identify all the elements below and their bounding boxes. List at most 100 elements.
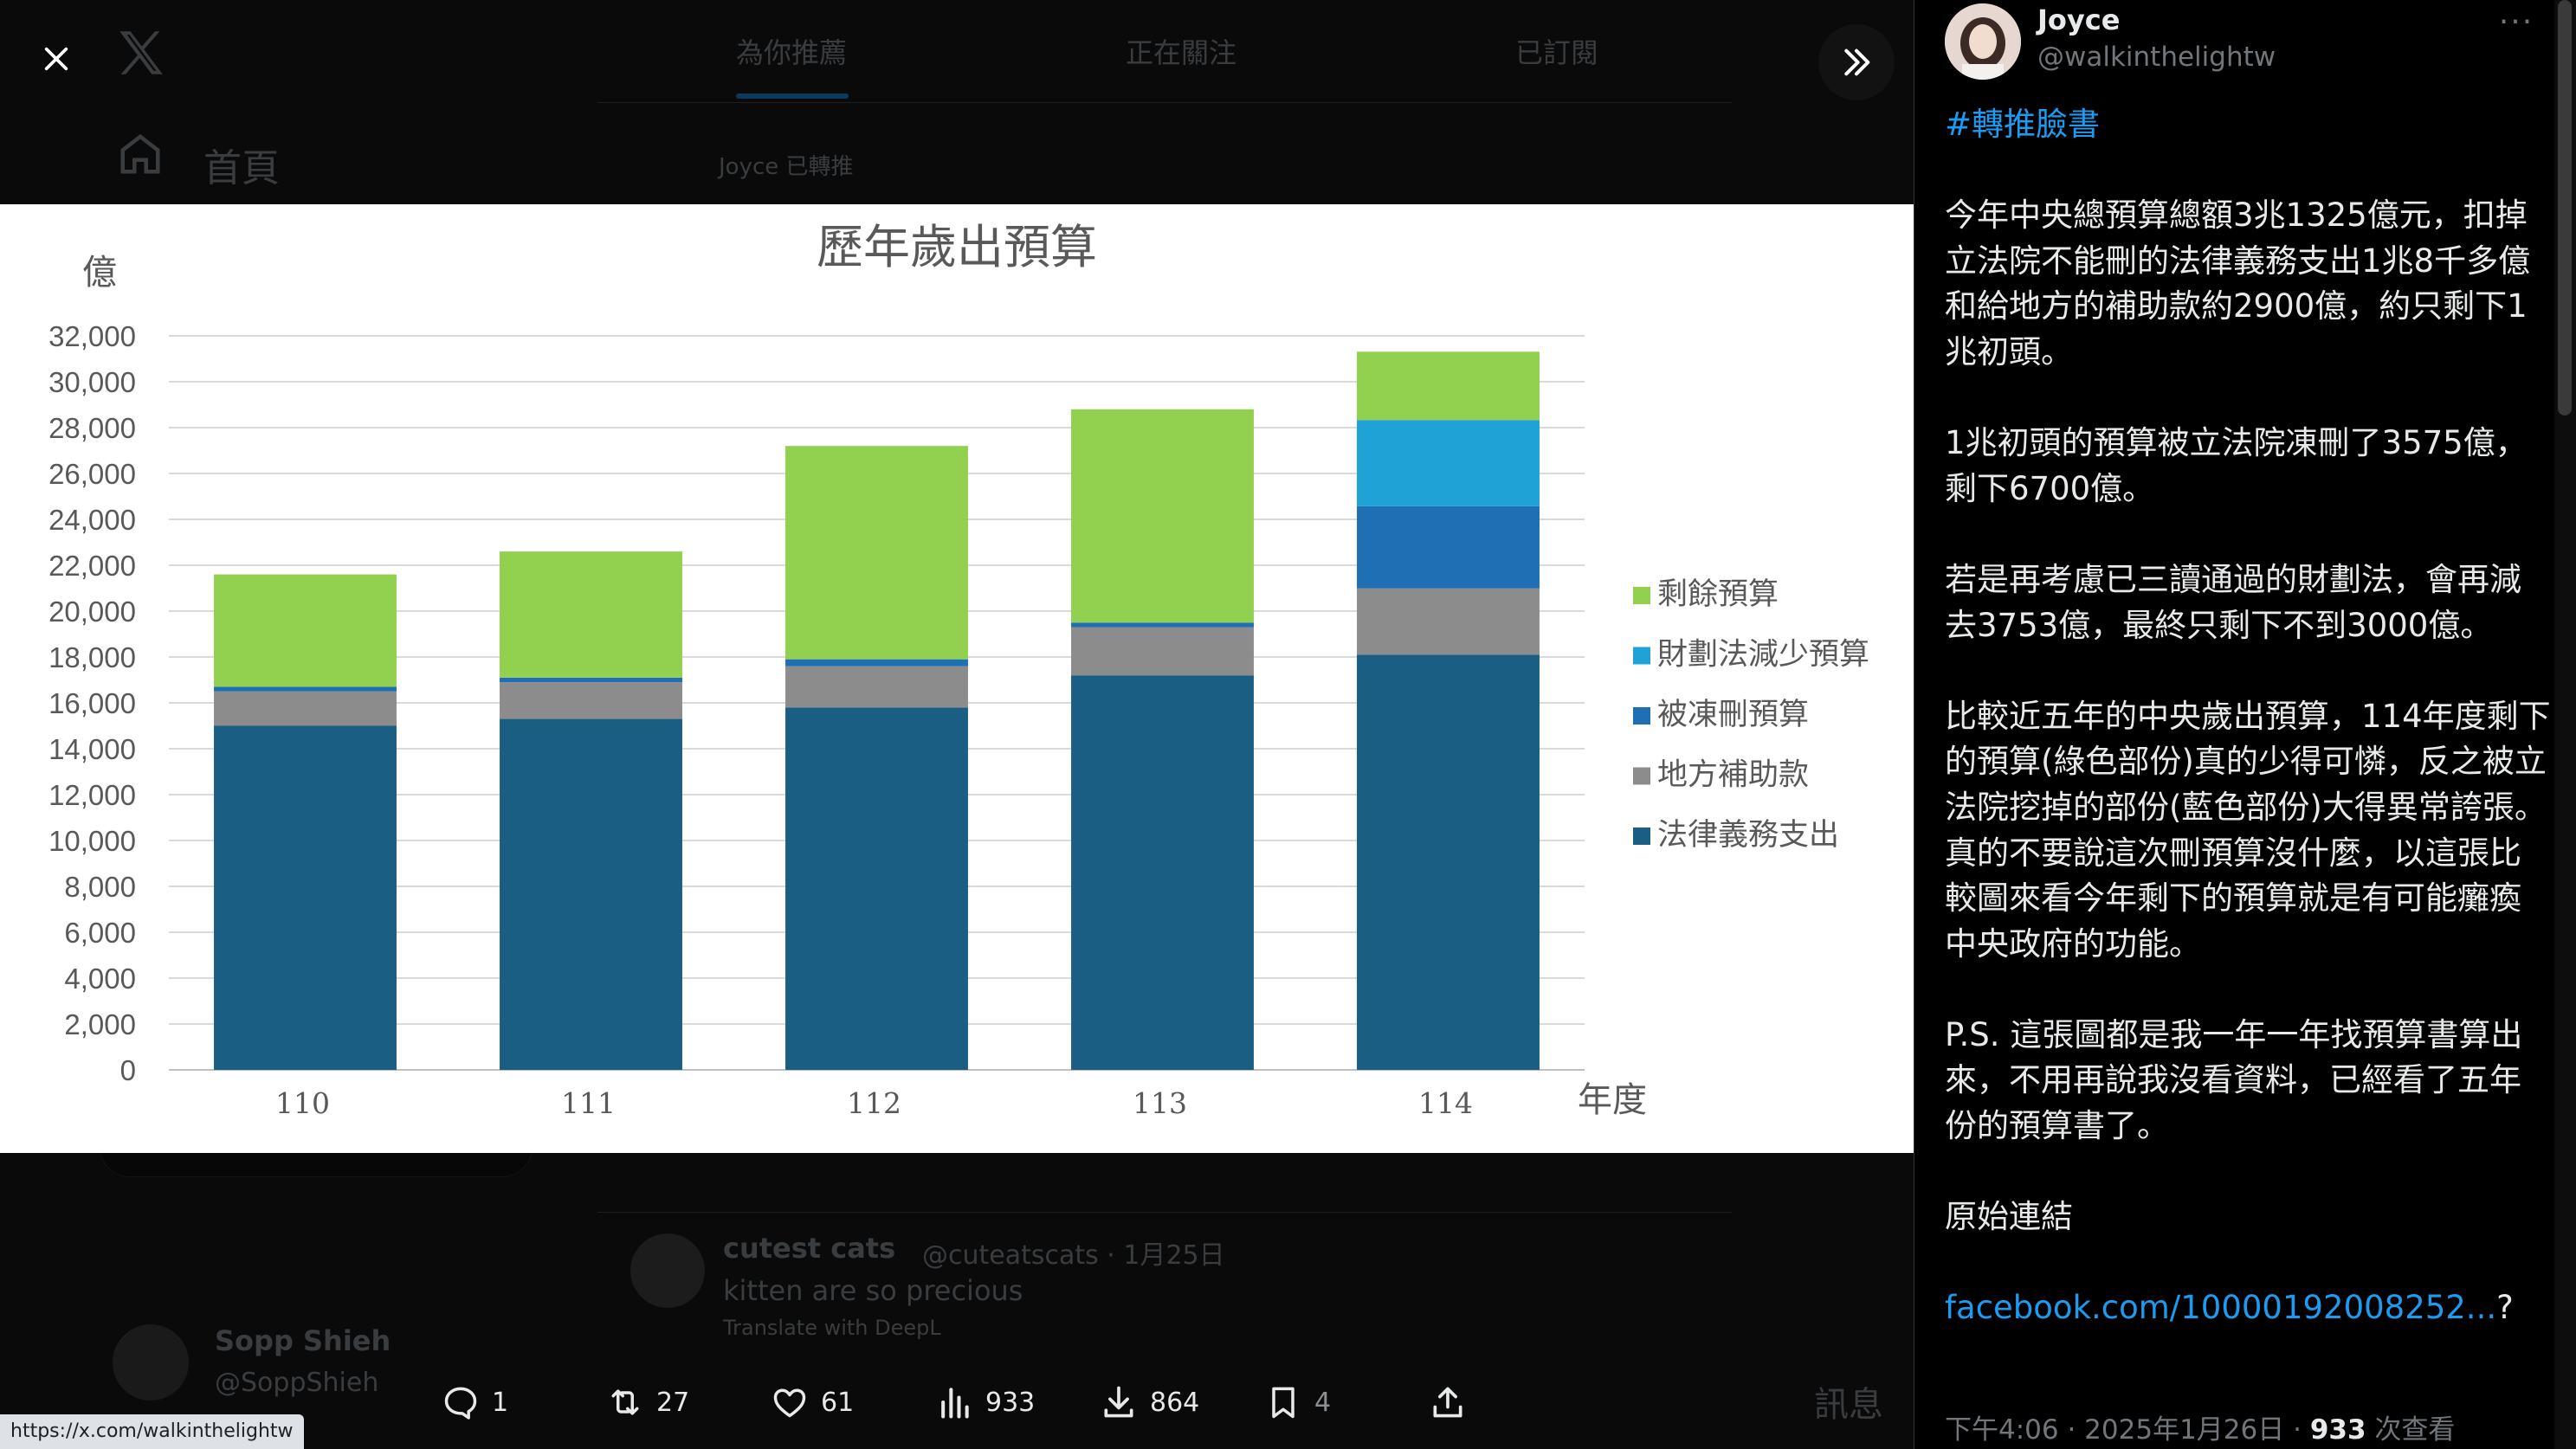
author-handle[interactable]: @walkinthelightw (2037, 42, 2276, 73)
bar-segment (214, 686, 397, 692)
y-tick-labels: 0 2,000 4,000 6,000 8,000 10,000 12,000 14,000 1… (48, 320, 136, 1086)
reply-button[interactable]: 1 (442, 1368, 508, 1437)
close-button[interactable] (22, 24, 91, 93)
bg-post-avatar (630, 1233, 705, 1308)
bar-segment (500, 682, 682, 719)
y-tick-label: 6,000 (64, 917, 136, 949)
account-handle: @SoppShieh (215, 1368, 379, 1398)
x-tick-labels: 110 111 112 113 114 (275, 1086, 1473, 1120)
tab-following[interactable]: 正在關注 (1126, 31, 1236, 71)
bar-segment (214, 725, 397, 1070)
legend: 剩餘預算財劃法減少預算被凍刪預算地方補助款法律義務支出 (1633, 577, 1869, 853)
more-options-button[interactable]: ··· (2490, 0, 2542, 43)
bar-segment (1357, 588, 1540, 655)
avatar-image (1945, 3, 2021, 80)
y-tick-label: 22,000 (48, 550, 136, 582)
tab-subscribed[interactable]: 已訂閱 (1515, 31, 1598, 71)
y-tick-label: 20,000 (48, 596, 136, 628)
y-tick-label: 18,000 (48, 641, 136, 673)
post-views-label: 次查看 (2366, 1414, 2456, 1446)
views-count: 933 (985, 1387, 1036, 1418)
link-suffix: ? (2496, 1289, 2514, 1327)
author-name[interactable]: Joyce (2037, 3, 2120, 36)
bar-segment (785, 446, 968, 660)
post-paragraph: 原始連結 (1945, 1198, 2073, 1236)
bg-post-author: cutest cats (723, 1232, 896, 1265)
share-icon (1433, 1387, 1462, 1418)
bar-segment (1357, 654, 1540, 1070)
y-tick-label: 28,000 (48, 412, 136, 444)
bar-segment (785, 666, 968, 708)
home-nav-label[interactable]: 首頁 (203, 137, 280, 192)
bg-post-handle: @cuteatscats · 1月25日 (922, 1240, 1225, 1271)
close-icon (44, 47, 68, 71)
bar-segment (785, 659, 968, 667)
legend-swatch (1633, 647, 1650, 665)
repost-icon (611, 1389, 639, 1415)
x-axis-label: 年度 (1578, 1080, 1647, 1120)
y-tick-label: 26,000 (48, 458, 136, 490)
legend-swatch (1633, 587, 1650, 604)
y-tick-label: 24,000 (48, 504, 136, 536)
author-avatar[interactable] (1945, 3, 2021, 80)
account-avatar[interactable] (113, 1324, 189, 1401)
divider (597, 1212, 1732, 1213)
bookmark-button[interactable]: 4 (1264, 1368, 1331, 1437)
retweet-note: Joyce 已轉推 (719, 154, 854, 180)
account-name: Sopp Shieh (215, 1324, 391, 1357)
post-paragraph: 今年中央總預算總額3兆1325億元，扣掉立法院不能刪的法律義務支出1兆8千多億和… (1945, 196, 2531, 370)
messages-label[interactable]: 訊息 (1814, 1376, 1883, 1426)
bar-segment (1357, 506, 1540, 589)
tab-for-you[interactable]: 為你推薦 (736, 31, 847, 71)
scrollbar-thumb[interactable] (2558, 0, 2572, 415)
repost-button[interactable]: 27 (606, 1368, 689, 1437)
post-paragraph: 若是再考慮已三讀通過的財劃法，會再減去3753億，最終只剩下不到3000億。 (1945, 560, 2521, 644)
home-icon (120, 133, 160, 174)
x-tick-label: 112 (847, 1086, 901, 1120)
y-axis-label: 億 (82, 253, 117, 293)
chart-image[interactable]: 歷年歲出預算 億 年度 0 2,000 4,000 6,000 8,000 10,000 1… (0, 204, 1914, 1153)
active-tab-indicator (736, 93, 849, 99)
share-button[interactable] (1429, 1368, 1467, 1437)
post-paragraph: 比較近五年的中央歲出預算，114年度剩下的預算(綠色部份)真的少得可憐，反之被立… (1945, 697, 2551, 963)
post-action-bar: 1 27 61 933 864 4 (433, 1368, 1515, 1437)
bar-segment (214, 691, 397, 726)
divider (597, 102, 1732, 103)
bar-chart-icon (941, 1388, 969, 1419)
bar-segment (1071, 675, 1254, 1070)
y-tick-label: 0 (120, 1054, 136, 1086)
download-count: 864 (1150, 1387, 1200, 1418)
bg-translate-link[interactable]: Translate with DeepL (723, 1316, 941, 1340)
y-tick-label: 32,000 (48, 320, 136, 352)
bookmark-count: 4 (1314, 1387, 1332, 1418)
legend-label: 地方補助款 (1657, 758, 1809, 793)
post-paragraph: 1兆初頭的預算被立法院凍刪了3575億，剩下6700億。 (1945, 424, 2528, 507)
bg-post-text: kitten are so precious (723, 1274, 1023, 1307)
y-tick-label: 2,000 (64, 1008, 136, 1040)
post-detail-panel: Joyce @walkinthelightw ··· #轉推臉書 今年中央總預算… (1914, 0, 2576, 1449)
views-button[interactable]: 933 (935, 1368, 1035, 1437)
expand-panel-button[interactable] (1818, 24, 1895, 100)
y-tick-label: 16,000 (48, 687, 136, 719)
bar-segment (1071, 622, 1254, 628)
y-tick-label: 8,000 (64, 871, 136, 903)
bar-segment (500, 718, 682, 1070)
y-tick-label: 30,000 (48, 366, 136, 398)
legend-label: 被凍刪預算 (1657, 698, 1809, 732)
bar-segment (214, 574, 397, 687)
download-button[interactable]: 864 (1100, 1368, 1199, 1437)
x-tick-label: 111 (561, 1086, 616, 1120)
chart-title: 歷年歲出預算 (817, 220, 1097, 274)
status-bar-url: https://x.com/walkinthelightw (0, 1414, 304, 1449)
post-paragraph: P.S. 這張圖都是我一年一年找預算書算出來，不用再說我沒看資料，已經看了五年份… (1945, 1015, 2523, 1145)
repost-count: 27 (656, 1387, 690, 1418)
heart-icon (773, 1388, 806, 1418)
bar-segment (1357, 420, 1540, 506)
like-button[interactable]: 61 (771, 1368, 854, 1437)
bar-segment (500, 551, 682, 678)
post-meta: 下午4:06 · 2025年1月26日 · 933 次查看 (1945, 1407, 2455, 1446)
external-link[interactable]: facebook.com/10000192008252... (1945, 1289, 2496, 1326)
hashtag-link[interactable]: #轉推臉書 (1945, 106, 2100, 143)
post-timestamp[interactable]: 下午4:06 · 2025年1月26日 · (1945, 1414, 2310, 1446)
post-views-count: 933 (2309, 1414, 2366, 1446)
